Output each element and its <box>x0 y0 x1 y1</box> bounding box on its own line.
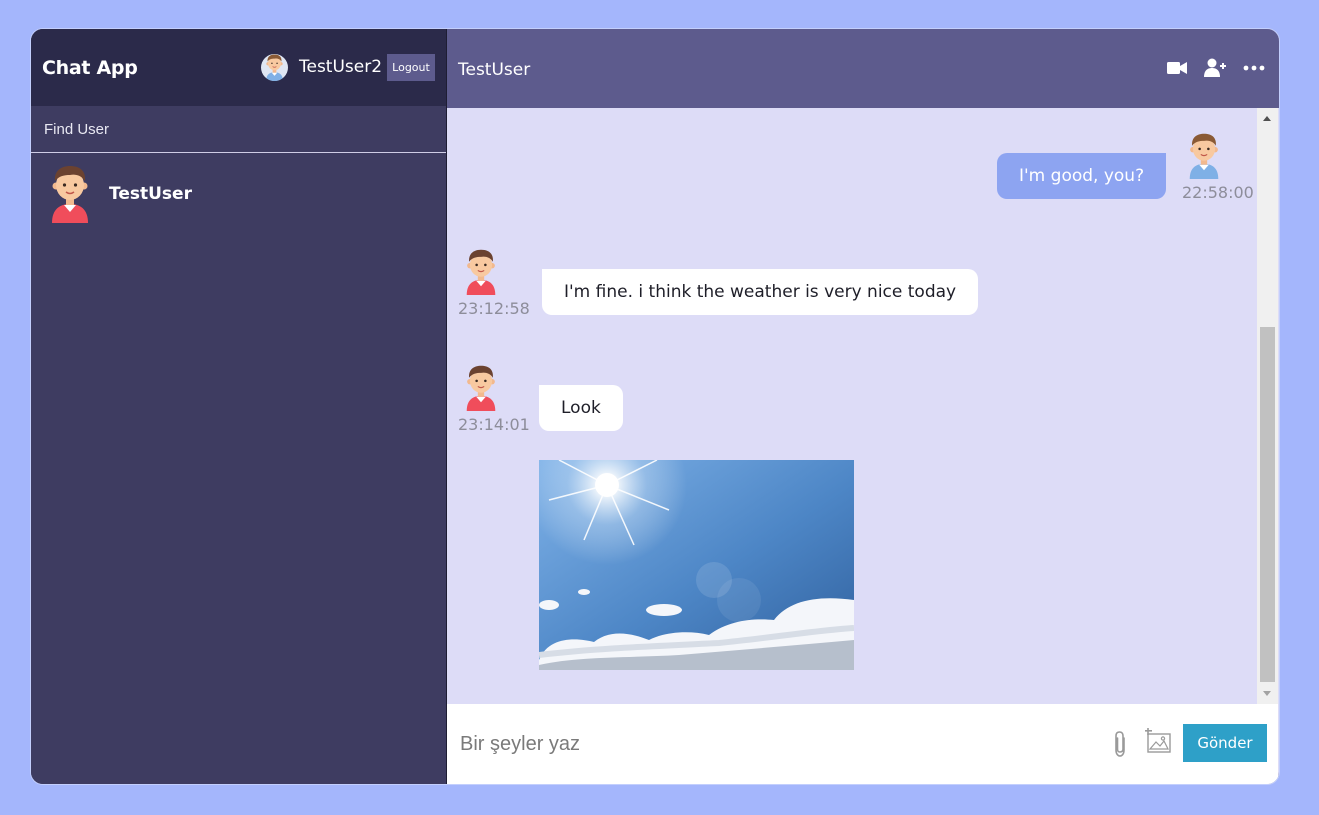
more-icon[interactable] <box>1243 57 1265 79</box>
message-time: 23:14:01 <box>458 415 530 434</box>
chat-app-window: Chat App TestUser2 Logout TestUser TestU… <box>31 29 1279 784</box>
message-time: 22:58:00 <box>1182 183 1254 202</box>
add-image-icon[interactable] <box>1145 728 1173 756</box>
paperclip-icon[interactable] <box>1111 730 1129 758</box>
sidebar: Chat App TestUser2 Logout TestUser <box>31 29 447 784</box>
message-input[interactable] <box>447 704 1087 784</box>
app-title: Chat App <box>42 57 138 79</box>
add-user-icon[interactable] <box>1204 57 1226 79</box>
chat-header: TestUser <box>447 29 1279 108</box>
message-bubble: I'm fine. i think the weather is very ni… <box>542 269 979 315</box>
current-user-avatar-icon <box>261 54 288 81</box>
user-list-item-testuser[interactable]: TestUser <box>31 153 446 235</box>
logout-button[interactable]: Logout <box>387 54 435 81</box>
sender-avatar-icon <box>463 249 499 295</box>
chat-panel: TestUser I'm good, you? 22:58:00 23:12:5… <box>447 29 1279 784</box>
send-button[interactable]: Gönder <box>1183 724 1267 762</box>
user-list-item-name: TestUser <box>109 184 192 204</box>
scrollbar-thumb[interactable] <box>1260 327 1275 682</box>
message-list: I'm good, you? 22:58:00 23:12:58 I'm fin… <box>447 108 1257 704</box>
scroll-down-icon[interactable] <box>1263 691 1271 696</box>
sidebar-header: Chat App TestUser2 Logout <box>31 29 446 106</box>
message-bubble: Look <box>539 385 623 431</box>
user-search <box>31 106 446 153</box>
video-camera-icon[interactable] <box>1166 57 1188 79</box>
sunny-sky-photo[interactable] <box>539 460 854 670</box>
current-user-name: TestUser2 <box>299 57 383 77</box>
message-time: 23:12:58 <box>458 299 530 318</box>
sender-avatar-icon <box>463 365 499 411</box>
user-avatar-icon <box>48 165 92 223</box>
sender-avatar-icon <box>1186 133 1222 179</box>
find-user-input[interactable] <box>31 106 446 152</box>
message-list-scrollbar[interactable] <box>1257 108 1278 704</box>
message-bubble: I'm good, you? <box>997 153 1167 199</box>
chat-title: TestUser <box>458 60 531 80</box>
message-composer: Gönder <box>447 704 1278 784</box>
scroll-up-icon[interactable] <box>1263 116 1271 121</box>
